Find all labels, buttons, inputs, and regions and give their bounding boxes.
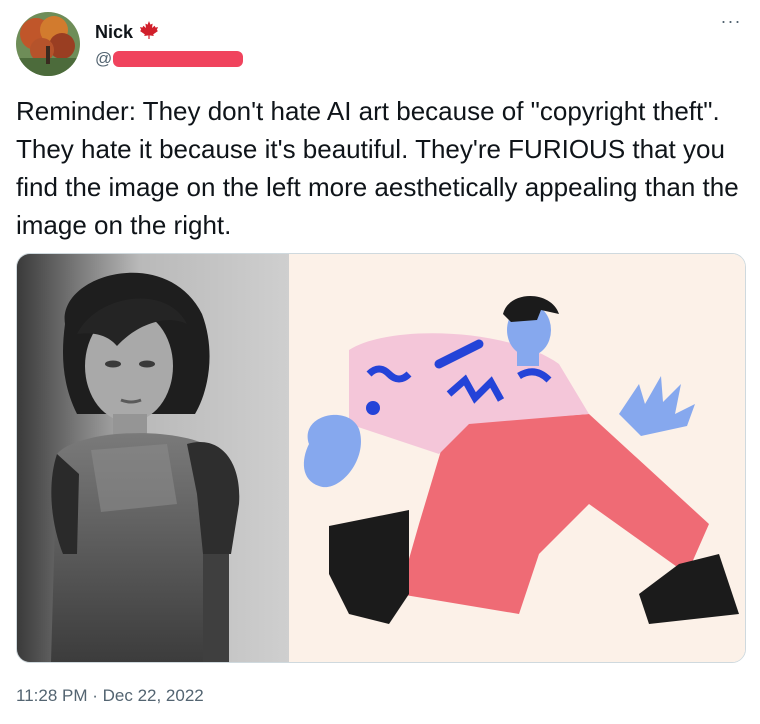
tweet-text: Reminder: They don't hate AI art because…	[16, 96, 739, 240]
avatar-image	[16, 12, 80, 76]
ai-portrait-image[interactable]	[17, 254, 289, 662]
avatar[interactable]	[16, 12, 80, 76]
author-handle[interactable]: @	[95, 49, 244, 69]
flat-illustration-image[interactable]	[289, 254, 745, 662]
tweet-media[interactable]	[16, 253, 746, 663]
tweet-timestamp[interactable]: 11:28 PM · Dec 22, 2022	[16, 686, 204, 706]
handle-redaction	[113, 51, 244, 67]
more-options-icon[interactable]: ···	[720, 10, 742, 32]
handle-prefix: @	[95, 49, 113, 68]
author-name[interactable]: Nick	[95, 22, 133, 43]
author-name-row[interactable]: Nick	[95, 20, 159, 45]
maple-leaf-icon	[139, 20, 159, 45]
